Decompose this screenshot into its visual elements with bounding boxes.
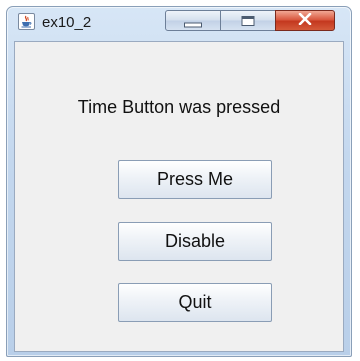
close-icon [298,12,312,30]
window-title: ex10_2 [42,14,92,31]
status-label: Time Button was pressed [77,97,281,117]
close-button[interactable] [275,10,335,31]
minimize-button[interactable] [165,10,221,31]
press-me-button[interactable]: Press Me [118,160,272,199]
quit-button[interactable]: Quit [118,283,272,322]
content-pane: Time Button was pressed Press Me Disable… [14,41,344,352]
maximize-button[interactable] [220,10,276,31]
maximize-icon [241,15,255,26]
app-window: ex10_2 Time Button was pressed Press Me … [6,6,352,357]
java-cup-icon[interactable] [18,13,35,30]
title-bar[interactable]: ex10_2 [7,7,351,37]
minimize-icon [184,22,202,27]
disable-button[interactable]: Disable [118,222,272,261]
